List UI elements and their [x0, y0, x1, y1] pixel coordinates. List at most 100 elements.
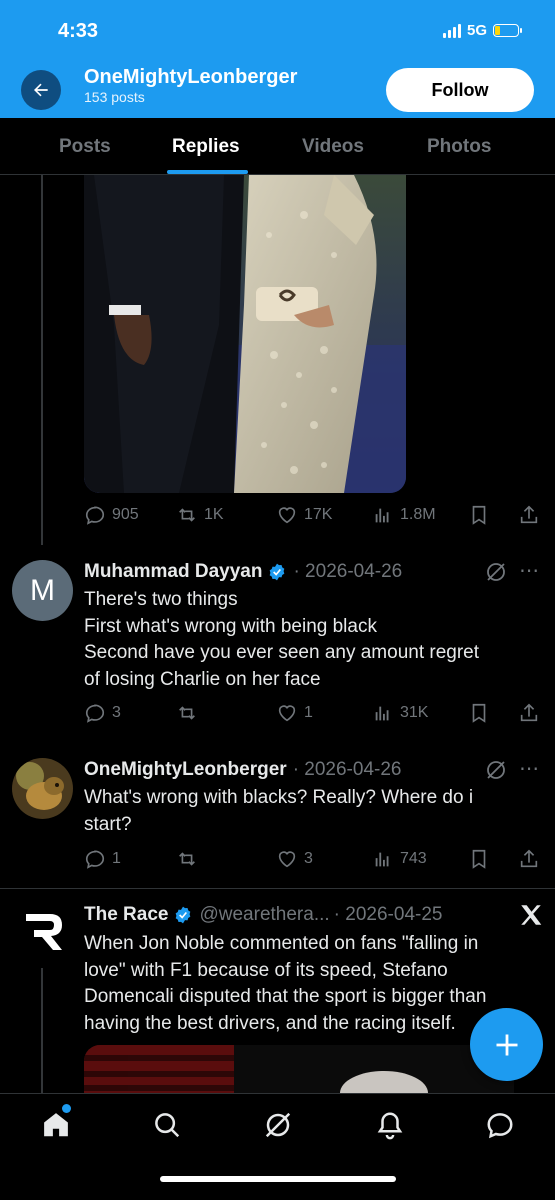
home-icon[interactable] [41, 1110, 71, 1140]
grok-icon[interactable] [484, 758, 508, 782]
share-button[interactable] [518, 702, 540, 724]
like-count: 17K [304, 506, 333, 523]
heart-icon [278, 705, 296, 722]
share-icon [520, 505, 538, 524]
home-indicator [160, 1176, 396, 1182]
author-name[interactable]: The Race [84, 904, 168, 926]
bookmark-button[interactable] [468, 848, 490, 870]
bookmark-button[interactable] [468, 504, 490, 526]
post-actions: 905 1K 17K 1.8M [84, 504, 544, 530]
verified-badge-icon [176, 906, 191, 924]
reply-count: 3 [112, 704, 121, 721]
more-options-icon[interactable]: ⋯ [519, 756, 539, 781]
signal-icon [442, 23, 461, 38]
profile-tabs: Posts Replies Videos Photos [0, 118, 555, 175]
profile-header: 4:33 5G OneMightyLeonberger 153 posts Fo… [0, 0, 555, 118]
photo-image [84, 175, 406, 493]
reply-count: 1 [112, 850, 121, 867]
tab-posts[interactable]: Posts [59, 136, 111, 158]
tab-replies[interactable]: Replies [172, 136, 240, 158]
media-image [84, 1045, 514, 1093]
notification-dot [62, 1104, 71, 1113]
post-media[interactable] [84, 1045, 514, 1093]
author-name[interactable]: Muhammad Dayyan [84, 561, 262, 583]
author-handle: @wearethera... [199, 904, 330, 925]
tweet-body: What's wrong with blacks? Really? Where … [84, 787, 474, 835]
like-count: 1 [304, 704, 313, 721]
share-button[interactable] [518, 504, 540, 526]
tab-videos[interactable]: Videos [302, 136, 364, 158]
bell-icon[interactable] [375, 1110, 405, 1140]
bookmark-icon [472, 703, 486, 723]
reply-button[interactable]: 905 [84, 504, 139, 526]
tweet-date: · 2026-04-25 [333, 904, 443, 925]
bottom-navigation [0, 1093, 555, 1200]
post-count: 153 posts [84, 89, 145, 105]
profile-name: OneMightyLeonberger [84, 66, 298, 88]
tweet-body: When Jon Noble commented on fans "fallin… [84, 933, 487, 1034]
status-indicators: 5G [442, 22, 522, 39]
tweet-date: · 2026-04-26 [292, 759, 402, 780]
bookmark-icon [472, 849, 486, 869]
views-button[interactable]: 31K [372, 702, 428, 724]
like-button[interactable]: 3 [276, 848, 313, 870]
reply-count: 905 [112, 506, 139, 523]
reply-button[interactable]: 3 [84, 702, 121, 724]
repost-count: 1K [204, 506, 224, 523]
plus-icon [496, 1034, 517, 1055]
reply-icon [85, 506, 105, 525]
compose-button[interactable] [470, 1008, 543, 1081]
repost-icon [179, 508, 195, 522]
reply-button[interactable]: 1 [84, 848, 121, 870]
repost-button[interactable] [176, 848, 198, 870]
arrow-left-icon [34, 83, 48, 97]
avatar[interactable]: M [12, 560, 73, 621]
post-photo[interactable] [84, 175, 406, 493]
share-button[interactable] [518, 848, 540, 870]
follow-button[interactable]: Follow [386, 68, 534, 112]
x-logo-icon [521, 905, 542, 925]
tweet-body: There's two things First what's wrong wi… [84, 589, 480, 690]
repost-button[interactable] [176, 702, 198, 724]
views-icon [375, 508, 389, 523]
author-name[interactable]: OneMightyLeonberger [84, 759, 287, 781]
repost-icon [179, 852, 195, 866]
messages-icon[interactable] [485, 1110, 515, 1140]
views-icon [375, 706, 389, 721]
like-button[interactable]: 1 [276, 702, 313, 724]
view-count: 743 [400, 850, 427, 867]
repost-button[interactable]: 1K [176, 504, 224, 526]
search-icon[interactable] [152, 1110, 182, 1140]
grok-icon[interactable] [484, 560, 508, 584]
grok-icon[interactable] [263, 1110, 293, 1140]
back-button[interactable] [21, 70, 61, 110]
like-button[interactable]: 17K [276, 504, 332, 526]
views-button[interactable]: 743 [372, 848, 427, 870]
dog-avatar-image [12, 758, 73, 819]
tweet-date: · 2026-04-26 [293, 561, 403, 582]
the-race-logo-avatar[interactable] [20, 908, 68, 956]
view-count: 1.8M [400, 506, 436, 523]
view-count: 31K [400, 704, 429, 721]
heart-icon [278, 851, 296, 868]
like-count: 3 [304, 850, 313, 867]
share-icon [520, 849, 538, 868]
more-options-icon[interactable]: ⋯ [519, 558, 539, 583]
verified-badge-icon [270, 563, 285, 581]
avatar[interactable] [12, 758, 73, 819]
views-icon [375, 852, 389, 867]
battery-icon [493, 24, 522, 37]
heart-icon [278, 507, 296, 524]
views-button[interactable]: 1.8M [372, 504, 436, 526]
reply-icon [85, 850, 105, 869]
reply-icon [85, 704, 105, 723]
tweet-header: Muhammad Dayyan · 2026-04-26 [84, 561, 402, 583]
thread-line [41, 175, 43, 545]
tab-photos[interactable]: Photos [427, 136, 491, 158]
divider [0, 888, 555, 889]
repost-icon [179, 706, 195, 720]
post-actions: 1 3 743 [84, 848, 544, 874]
bookmark-button[interactable] [468, 702, 490, 724]
active-tab-indicator [167, 170, 248, 174]
thread-line [41, 968, 43, 1093]
